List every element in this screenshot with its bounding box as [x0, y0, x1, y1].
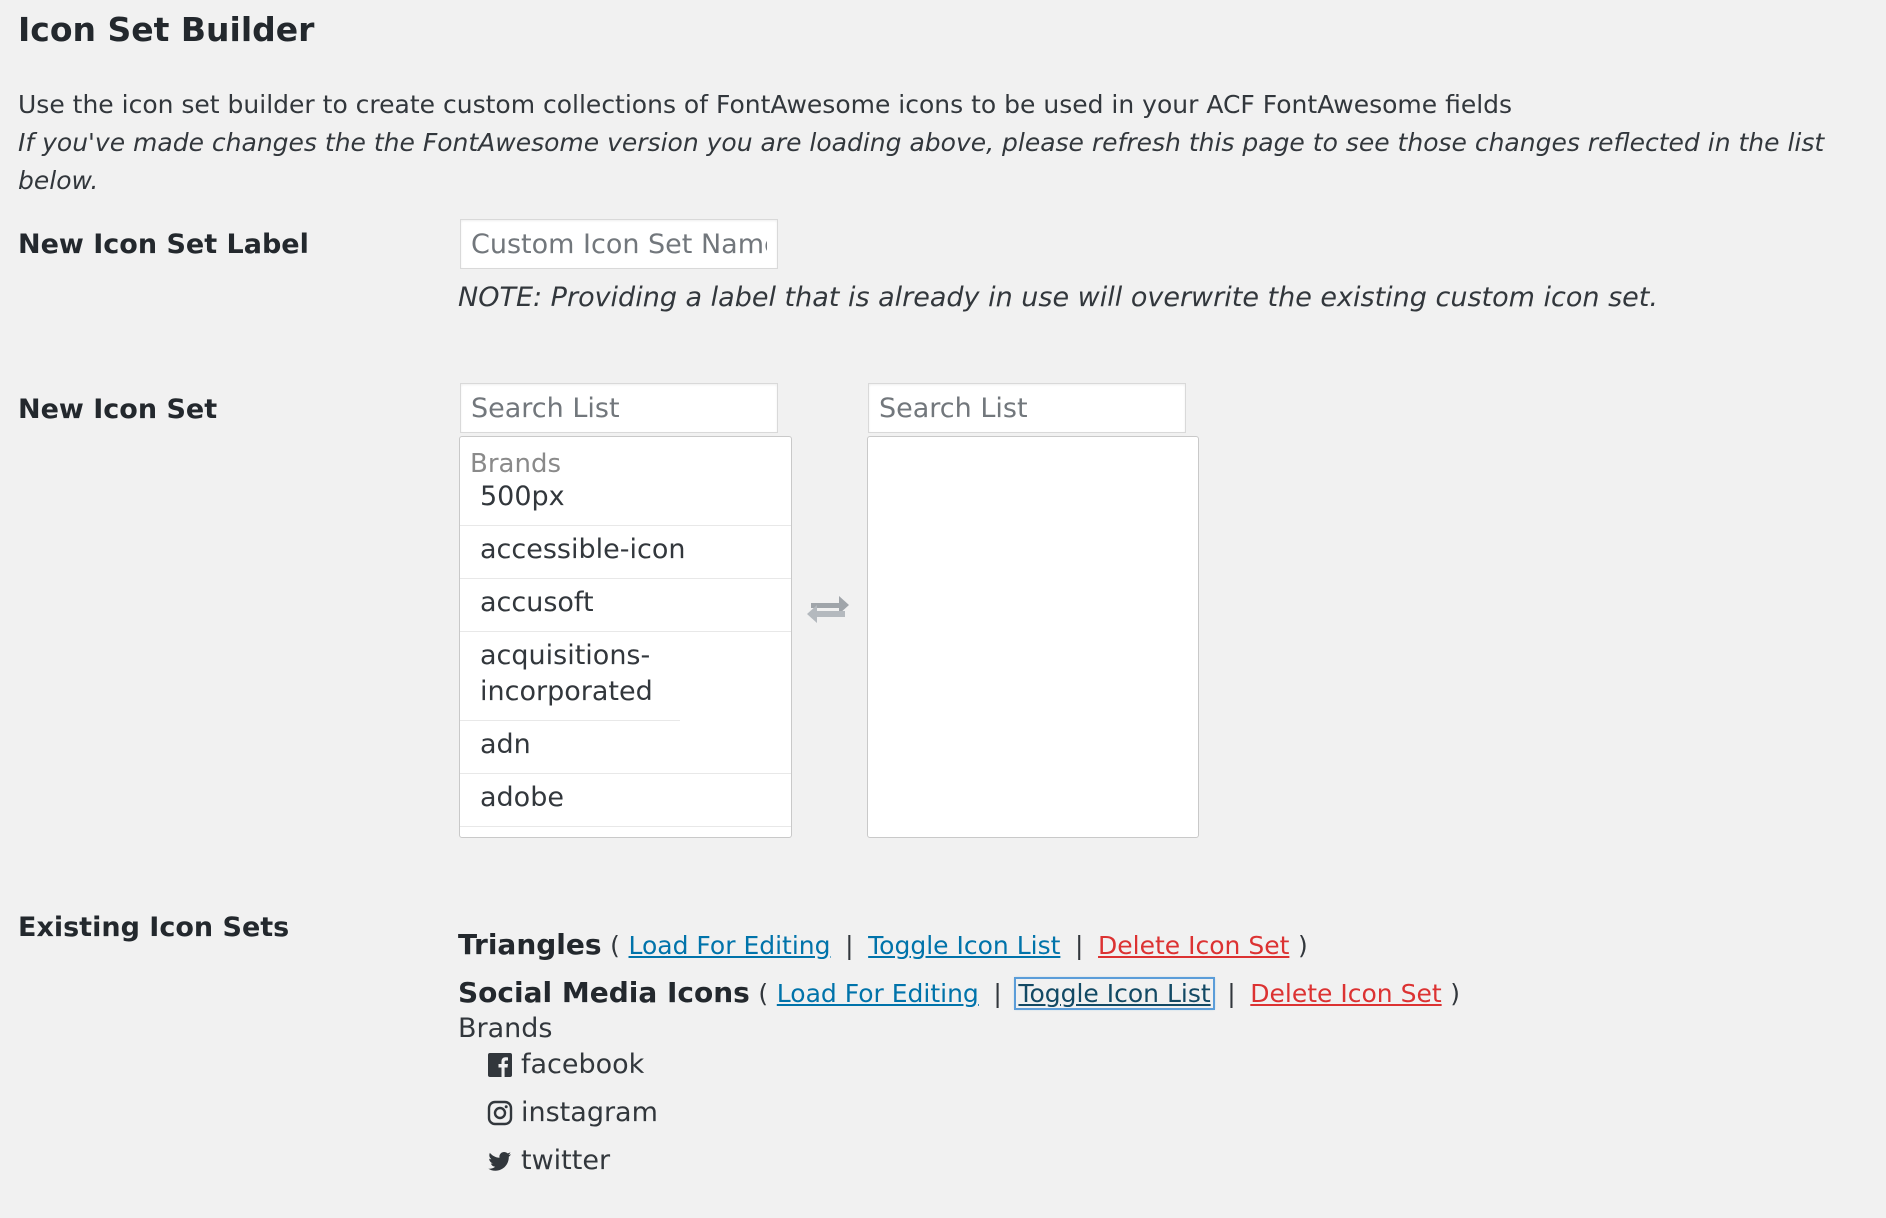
- list-item[interactable]: accusoft: [460, 579, 791, 632]
- existing-icon-sets-heading: Existing Icon Sets: [18, 912, 290, 943]
- twitter-icon: [488, 1151, 511, 1171]
- load-for-editing-link[interactable]: Load For Editing: [777, 979, 979, 1008]
- description-text: Use the icon set builder to create custo…: [18, 90, 1513, 119]
- icon-label: instagram: [521, 1097, 658, 1128]
- icon-label: twitter: [521, 1145, 611, 1176]
- icon-set-name: Triangles: [458, 928, 602, 961]
- open-paren: (: [758, 979, 769, 1008]
- toggle-icon-list-link[interactable]: Toggle Icon List: [868, 931, 1060, 960]
- refresh-note: If you've made changes the the FontAweso…: [18, 128, 1825, 195]
- load-for-editing-link[interactable]: Load For Editing: [629, 931, 831, 960]
- separator: |: [845, 931, 854, 960]
- separator: |: [1075, 931, 1084, 960]
- left-search-input[interactable]: [460, 383, 778, 433]
- icon-set-row-social-media: Social Media Icons ( Load For Editing | …: [458, 976, 1461, 1010]
- instagram-icon: [487, 1100, 513, 1125]
- icon-label: facebook: [521, 1049, 645, 1080]
- separator: |: [1227, 979, 1236, 1008]
- open-paren: (: [610, 931, 620, 960]
- overwrite-note: NOTE: Providing a label that is already …: [458, 282, 1658, 313]
- icon-set-row-triangles: Triangles ( Load For Editing | Toggle Ic…: [458, 928, 1308, 961]
- icon-set-builder-page: Icon Set Builder Use the icon set builde…: [0, 0, 1886, 1218]
- list-item[interactable]: 500px: [460, 477, 791, 526]
- list-item[interactable]: adn: [460, 721, 791, 774]
- facebook-icon: [488, 1052, 512, 1077]
- list-group-brands: Brands: [470, 449, 561, 479]
- close-paren: ): [1297, 931, 1308, 960]
- close-paren: ): [1450, 979, 1461, 1008]
- exchange-arrows-icon[interactable]: [805, 590, 851, 626]
- icon-set-name: Social Media Icons: [458, 976, 750, 1009]
- expanded-group-label: Brands: [458, 1013, 553, 1044]
- right-search-input[interactable]: [868, 383, 1186, 433]
- page-title: Icon Set Builder: [18, 10, 315, 49]
- list-item[interactable]: adobe: [460, 774, 791, 827]
- icon-list-item: facebook: [487, 1049, 644, 1080]
- new-icon-set-heading: New Icon Set: [18, 394, 218, 425]
- list-item[interactable]: accessible-icon: [460, 526, 791, 579]
- new-icon-set-label-heading: New Icon Set Label: [18, 229, 309, 260]
- available-icons-list[interactable]: Brands 500px accessible-icon accusoft ac…: [459, 436, 792, 838]
- delete-icon-set-link[interactable]: Delete Icon Set: [1098, 931, 1289, 960]
- selected-icons-list[interactable]: [867, 436, 1199, 838]
- icon-set-name-input[interactable]: [460, 219, 778, 269]
- toggle-icon-list-link[interactable]: Toggle Icon List: [1014, 977, 1215, 1010]
- intro-text: Use the icon set builder to create custo…: [18, 86, 1878, 200]
- list-item[interactable]: acquisitions-incorporated: [460, 632, 680, 721]
- icon-list-item: twitter: [487, 1145, 610, 1176]
- separator: |: [993, 979, 1002, 1008]
- icon-list-item: instagram: [487, 1097, 658, 1128]
- delete-icon-set-link[interactable]: Delete Icon Set: [1250, 979, 1441, 1008]
